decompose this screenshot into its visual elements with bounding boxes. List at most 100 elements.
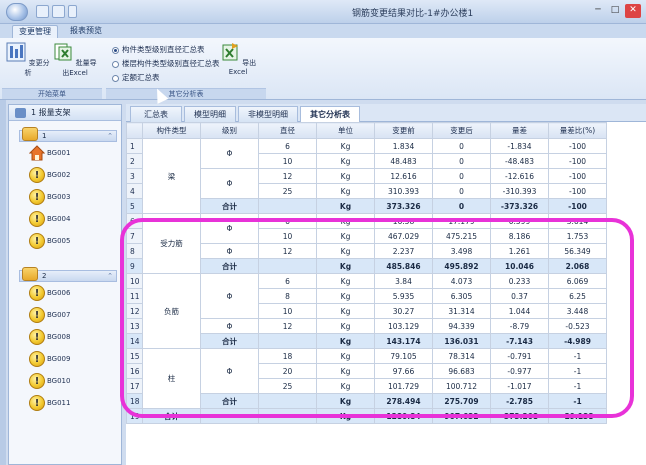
after-cell[interactable]: 495.892 bbox=[432, 258, 491, 274]
before-cell[interactable]: 103.129 bbox=[374, 318, 433, 334]
row-number[interactable]: 11 bbox=[126, 288, 143, 304]
grade-cell[interactable]: 合计 bbox=[200, 198, 259, 214]
diff-cell[interactable]: -2.785 bbox=[490, 393, 549, 409]
diameter-cell[interactable]: 6 bbox=[258, 138, 317, 154]
unit-cell[interactable]: Kg bbox=[316, 138, 375, 154]
diameter-cell[interactable]: 12 bbox=[258, 168, 317, 184]
unit-cell[interactable]: Kg bbox=[316, 303, 375, 319]
unit-cell[interactable]: Kg bbox=[316, 153, 375, 169]
table-row[interactable]: 15 柱 Φ 18 Kg 79.105 78.314 -0.791 -1 bbox=[126, 348, 607, 409]
before-cell[interactable]: 278.494 bbox=[374, 393, 433, 409]
row-number[interactable]: 18 bbox=[126, 393, 143, 409]
quick-access-folder-icon[interactable] bbox=[52, 5, 65, 18]
unit-cell[interactable]: Kg bbox=[316, 213, 375, 229]
table-row[interactable]: 10 负筋 Φ 6 Kg 3.84 4.073 0.233 6.069 bbox=[126, 273, 607, 349]
ratio-cell[interactable]: -100 bbox=[548, 198, 607, 214]
before-cell[interactable]: 12.616 bbox=[374, 168, 433, 184]
ratio-cell[interactable]: -100 bbox=[548, 183, 607, 199]
diff-cell[interactable]: -8.79 bbox=[490, 318, 549, 334]
grade-cell[interactable]: Φ bbox=[200, 348, 259, 394]
before-cell[interactable]: 1.834 bbox=[374, 138, 433, 154]
ratio-cell[interactable]: -1 bbox=[548, 393, 607, 409]
after-cell[interactable]: 3.498 bbox=[432, 243, 491, 259]
diff-cell[interactable]: 0.37 bbox=[490, 288, 549, 304]
unit-cell[interactable]: Kg bbox=[316, 318, 375, 334]
grade-cell[interactable]: 合计 bbox=[200, 333, 259, 349]
quick-access-save-icon[interactable] bbox=[36, 5, 49, 18]
row-number[interactable]: 7 bbox=[126, 228, 143, 244]
diff-cell[interactable]: -0.977 bbox=[490, 363, 549, 379]
chevron-up-icon[interactable]: ⌃ bbox=[107, 131, 113, 141]
diff-cell[interactable]: 10.046 bbox=[490, 258, 549, 274]
ratio-cell[interactable]: 1.753 bbox=[548, 228, 607, 244]
row-number[interactable]: 4 bbox=[126, 183, 143, 199]
diff-cell[interactable]: 1.044 bbox=[490, 303, 549, 319]
diff-cell[interactable]: -12.616 bbox=[490, 168, 549, 184]
radio-component-summary[interactable]: 构件类型级别直径汇总表 bbox=[112, 44, 205, 55]
unit-cell[interactable]: Kg bbox=[316, 393, 375, 409]
diff-cell[interactable]: -48.483 bbox=[490, 153, 549, 169]
after-cell[interactable]: 136.031 bbox=[432, 333, 491, 349]
ratio-cell[interactable]: -29.138 bbox=[548, 408, 607, 424]
diameter-cell[interactable]: 10 bbox=[258, 228, 317, 244]
ratio-cell[interactable]: -1 bbox=[548, 363, 607, 379]
row-number[interactable]: 1 bbox=[126, 138, 143, 154]
component-type-cell[interactable]: 负筋 bbox=[142, 273, 201, 349]
diameter-cell[interactable] bbox=[258, 408, 317, 424]
after-cell[interactable]: 0 bbox=[432, 138, 491, 154]
grade-cell[interactable]: Φ bbox=[200, 243, 259, 259]
quick-access-dropdown-icon[interactable] bbox=[68, 5, 77, 18]
unit-cell[interactable]: Kg bbox=[316, 228, 375, 244]
row-number[interactable]: 15 bbox=[126, 348, 143, 364]
ratio-cell[interactable]: 3.448 bbox=[548, 303, 607, 319]
before-cell[interactable]: 310.393 bbox=[374, 183, 433, 199]
close-icon[interactable]: ✕ bbox=[625, 4, 641, 18]
diff-cell[interactable]: -373.326 bbox=[490, 198, 549, 214]
list-item-bg008[interactable]: ! BG008 bbox=[9, 326, 121, 348]
diameter-cell[interactable]: 10 bbox=[258, 153, 317, 169]
row-number[interactable]: 16 bbox=[126, 363, 143, 379]
list-item-bg005[interactable]: ! BG005 bbox=[9, 230, 121, 252]
diff-cell[interactable]: -0.791 bbox=[490, 348, 549, 364]
diff-cell[interactable]: -7.143 bbox=[490, 333, 549, 349]
row-number[interactable]: 5 bbox=[126, 198, 143, 214]
diff-cell[interactable]: -310.393 bbox=[490, 183, 549, 199]
grade-cell[interactable]: 合计 bbox=[200, 258, 259, 274]
before-cell[interactable]: 5.935 bbox=[374, 288, 433, 304]
list-item-bg001[interactable]: BG001 bbox=[9, 142, 121, 164]
tab-model-detail[interactable]: 模型明细 bbox=[184, 106, 236, 122]
table-row[interactable]: 19 合计 Kg 1280.84 907.632 -373.208 -29.138 bbox=[126, 408, 607, 424]
after-cell[interactable]: 475.215 bbox=[432, 228, 491, 244]
diameter-cell[interactable]: 6 bbox=[258, 273, 317, 289]
column-header[interactable]: 直径 bbox=[258, 122, 317, 139]
before-cell[interactable]: 97.66 bbox=[374, 363, 433, 379]
after-cell[interactable]: 31.314 bbox=[432, 303, 491, 319]
diameter-cell[interactable]: 10 bbox=[258, 303, 317, 319]
row-number[interactable]: 9 bbox=[126, 258, 143, 274]
after-cell[interactable]: 100.712 bbox=[432, 378, 491, 394]
before-cell[interactable]: 79.105 bbox=[374, 348, 433, 364]
diff-cell[interactable]: -1.017 bbox=[490, 378, 549, 394]
before-cell[interactable]: 373.326 bbox=[374, 198, 433, 214]
diameter-cell[interactable]: 18 bbox=[258, 348, 317, 364]
grade-cell[interactable]: Φ bbox=[200, 168, 259, 199]
ratio-cell[interactable]: 56.349 bbox=[548, 243, 607, 259]
grade-cell[interactable]: Φ bbox=[200, 213, 259, 244]
diameter-cell[interactable]: 25 bbox=[258, 378, 317, 394]
diameter-cell[interactable]: 6 bbox=[258, 213, 317, 229]
after-cell[interactable]: 94.339 bbox=[432, 318, 491, 334]
after-cell[interactable]: 0 bbox=[432, 168, 491, 184]
list-item-bg011[interactable]: ! BG011 bbox=[9, 392, 121, 414]
grade-cell[interactable] bbox=[200, 408, 259, 424]
before-cell[interactable]: 48.483 bbox=[374, 153, 433, 169]
unit-cell[interactable]: Kg bbox=[316, 348, 375, 364]
column-header[interactable]: 变更前 bbox=[374, 122, 433, 139]
diff-cell[interactable]: -373.208 bbox=[490, 408, 549, 424]
unit-cell[interactable]: Kg bbox=[316, 408, 375, 424]
radio-icon[interactable] bbox=[112, 74, 119, 82]
ratio-cell[interactable]: 6.25 bbox=[548, 288, 607, 304]
ratio-cell[interactable]: -4.989 bbox=[548, 333, 607, 349]
after-cell[interactable]: 6.305 bbox=[432, 288, 491, 304]
tab-other-analysis[interactable]: 其它分析表 bbox=[300, 106, 360, 123]
after-cell[interactable]: 17.179 bbox=[432, 213, 491, 229]
